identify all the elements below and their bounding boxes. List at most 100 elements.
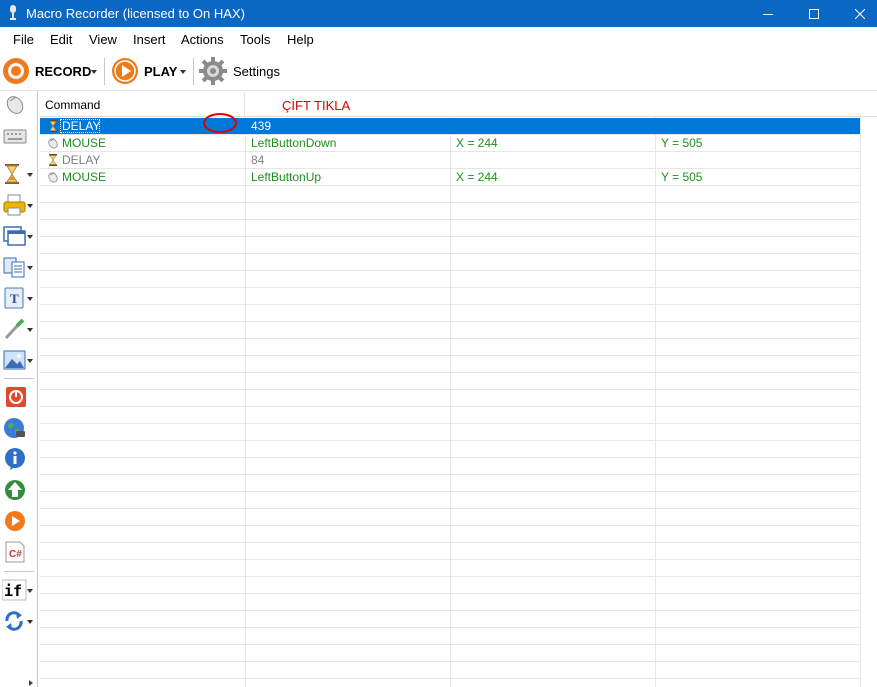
loop-dropdown-icon[interactable] xyxy=(27,620,33,624)
sidebar-scroll[interactable] xyxy=(0,679,40,687)
window-dropdown-icon[interactable] xyxy=(27,235,33,239)
insert-clipboard-button[interactable] xyxy=(0,253,36,281)
value-cell: LeftButtonUp xyxy=(251,170,322,184)
color-picker-icon xyxy=(4,318,25,340)
insert-csharp-button[interactable]: C# xyxy=(0,538,36,566)
loop-icon xyxy=(5,611,23,631)
empty-row xyxy=(40,254,860,271)
menu-insert[interactable]: Insert xyxy=(133,32,166,47)
window-icon xyxy=(3,226,26,246)
if-icon: if xyxy=(2,579,27,601)
record-dropdown-icon[interactable] xyxy=(91,70,97,74)
empty-row xyxy=(40,186,860,203)
insert-info-button[interactable] xyxy=(0,445,36,473)
table-row[interactable]: DELAY 84 xyxy=(40,152,860,169)
empty-row xyxy=(40,509,860,526)
command-cell: MOUSE xyxy=(62,170,107,184)
image-dropdown-icon[interactable] xyxy=(27,359,33,363)
empty-row xyxy=(40,679,860,687)
play-icon xyxy=(112,58,138,84)
keyboard-icon xyxy=(3,129,27,144)
hourglass-icon xyxy=(46,119,60,133)
toolbar-separator xyxy=(193,58,194,85)
command-sidebar: T C# if xyxy=(0,91,38,687)
download-icon xyxy=(5,480,25,500)
text-icon: T xyxy=(4,287,24,309)
close-button[interactable] xyxy=(837,0,877,27)
empty-row xyxy=(40,373,860,390)
table-row[interactable]: MOUSE LeftButtonDown X = 244 Y = 505 xyxy=(40,135,860,152)
menu-actions[interactable]: Actions xyxy=(181,32,224,47)
y-cell: Y = 505 xyxy=(661,170,703,184)
record-label: RECORD xyxy=(35,64,92,79)
insert-mouse-button[interactable] xyxy=(0,91,36,119)
play-dropdown-icon[interactable] xyxy=(180,70,186,74)
toolbar-separator xyxy=(104,58,105,85)
focus-rectangle xyxy=(60,119,100,133)
annotation-circle xyxy=(203,113,237,133)
table-row[interactable]: MOUSE LeftButtonUp X = 244 Y = 505 xyxy=(40,169,860,186)
svg-text:C#: C# xyxy=(9,549,22,560)
play-button[interactable]: PLAY xyxy=(111,56,189,86)
web-icon xyxy=(4,418,25,438)
insert-window-button[interactable] xyxy=(0,222,36,250)
insert-loop-button[interactable] xyxy=(0,607,36,635)
table-row[interactable]: DELAY 439 xyxy=(40,118,860,135)
settings-button[interactable]: Settings xyxy=(198,56,280,86)
empty-row xyxy=(40,390,860,407)
empty-row xyxy=(40,271,860,288)
menu-tools[interactable]: Tools xyxy=(240,32,270,47)
command-cell: DELAY xyxy=(62,153,101,167)
color-picker-dropdown-icon[interactable] xyxy=(27,328,33,332)
macro-command-grid[interactable]: Command ÇİFT TIKLA DELAY 439 MOUSE LeftButt… xyxy=(40,92,877,687)
minimize-button[interactable] xyxy=(745,0,791,27)
if-dropdown-icon[interactable] xyxy=(27,589,33,593)
csharp-icon: C# xyxy=(5,541,25,563)
menu-edit[interactable]: Edit xyxy=(50,32,72,47)
value-cell: 84 xyxy=(251,153,265,167)
insert-web-button[interactable] xyxy=(0,414,36,442)
empty-row xyxy=(40,424,860,441)
print-dropdown-icon[interactable] xyxy=(27,204,33,208)
empty-row xyxy=(40,356,860,373)
text-dropdown-icon[interactable] xyxy=(27,297,33,301)
insert-delay-button[interactable] xyxy=(0,160,36,188)
empty-row xyxy=(40,458,860,475)
record-button[interactable]: RECORD xyxy=(2,56,98,86)
stop-icon xyxy=(6,387,26,407)
value-cell: 439 xyxy=(251,119,272,133)
insert-keyboard-button[interactable] xyxy=(0,122,36,150)
maximize-button[interactable] xyxy=(791,0,837,27)
app-icon xyxy=(10,5,16,20)
column-header-label: Command xyxy=(45,98,101,112)
empty-row xyxy=(40,526,860,543)
hourglass-icon xyxy=(5,164,19,184)
delay-dropdown-icon[interactable] xyxy=(27,173,33,177)
chevron-right-icon xyxy=(29,680,33,686)
value-cell: LeftButtonDown xyxy=(251,136,337,150)
insert-download-button[interactable] xyxy=(0,476,36,504)
play-icon xyxy=(5,511,25,531)
sidebar-separator xyxy=(4,378,34,379)
insert-image-button[interactable] xyxy=(0,346,36,374)
play-label: PLAY xyxy=(144,64,178,79)
insert-text-button[interactable]: T xyxy=(0,284,36,312)
insert-if-button[interactable]: if xyxy=(0,576,36,604)
menu-help[interactable]: Help xyxy=(287,32,314,47)
menu-view[interactable]: View xyxy=(89,32,117,47)
empty-row xyxy=(40,560,860,577)
empty-row xyxy=(40,407,860,424)
record-icon xyxy=(3,58,29,84)
grid-header: Command ÇİFT TIKLA xyxy=(40,92,877,117)
image-icon xyxy=(3,350,26,370)
insert-stop-button[interactable] xyxy=(0,383,36,411)
empty-row xyxy=(40,492,860,509)
insert-play-macro-button[interactable] xyxy=(0,507,36,535)
insert-print-button[interactable] xyxy=(0,191,36,219)
menu-file[interactable]: File xyxy=(13,32,34,47)
sidebar-separator xyxy=(4,571,34,572)
settings-label: Settings xyxy=(233,64,280,79)
insert-color-picker-button[interactable] xyxy=(0,315,36,343)
maximize-icon xyxy=(809,8,819,19)
clipboard-dropdown-icon[interactable] xyxy=(27,266,33,270)
